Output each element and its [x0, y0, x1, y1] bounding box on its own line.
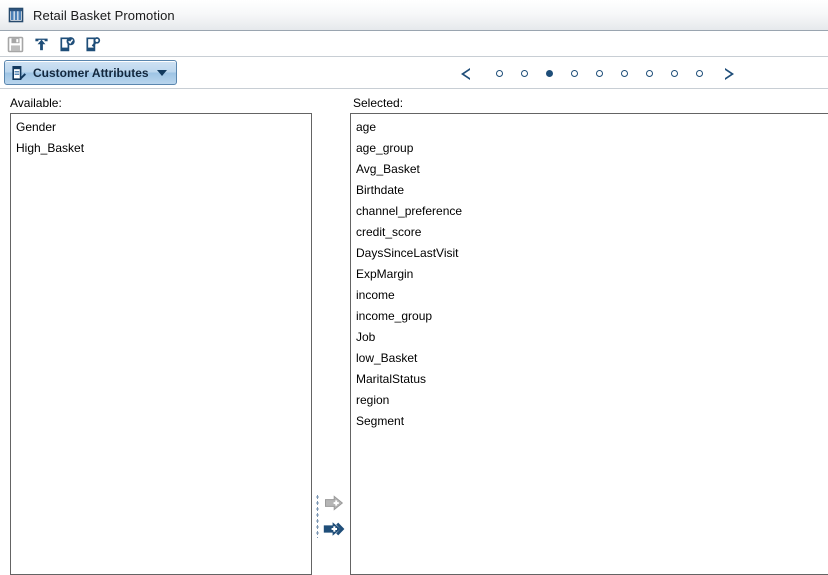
pager-step-4[interactable] — [562, 58, 587, 89]
double-arrow-right-plus-icon — [323, 522, 345, 536]
tab-customer-attributes[interactable]: Customer Attributes — [4, 60, 177, 85]
step-pager — [461, 58, 737, 89]
pager-prev-button[interactable] — [461, 58, 487, 89]
step-dot — [596, 70, 603, 77]
chevron-left-icon — [461, 67, 479, 80]
list-item[interactable]: DaysSinceLastVisit — [351, 243, 828, 264]
document-edit-icon — [12, 65, 26, 80]
pager-step-1[interactable] — [487, 58, 512, 89]
chevron-down-icon[interactable] — [156, 69, 167, 76]
pager-step-7[interactable] — [637, 58, 662, 89]
step-dot — [671, 70, 678, 77]
transfer-controls — [316, 492, 348, 547]
pager-step-6[interactable] — [612, 58, 637, 89]
main-toolbar — [0, 32, 828, 57]
list-item[interactable]: income_group — [351, 306, 828, 327]
pager-step-3[interactable] — [537, 58, 562, 89]
step-dot — [646, 70, 653, 77]
list-item[interactable]: region — [351, 390, 828, 411]
window-title: Retail Basket Promotion — [33, 7, 175, 23]
pager-step-9[interactable] — [687, 58, 712, 89]
save-button[interactable] — [3, 33, 27, 55]
available-list-label: Available: — [10, 96, 62, 110]
selected-list-label: Selected: — [353, 96, 404, 110]
step-dot — [621, 70, 628, 77]
list-item[interactable]: Job — [351, 327, 828, 348]
step-dot — [496, 70, 503, 77]
list-item[interactable]: channel_preference — [351, 201, 828, 222]
tab-and-pager-row: Customer Attributes — [0, 58, 828, 89]
list-item[interactable]: age — [351, 117, 828, 138]
document-check-icon — [59, 36, 75, 51]
run-button[interactable] — [81, 33, 105, 55]
arrow-right-plus-icon — [325, 495, 344, 511]
tab-label: Customer Attributes — [33, 65, 149, 80]
list-item[interactable]: age_group — [351, 138, 828, 159]
validate-button[interactable] — [55, 33, 79, 55]
selected-list[interactable]: age age_group Avg_Basket Birthdate chann… — [350, 113, 828, 575]
list-item[interactable]: MaritalStatus — [351, 369, 828, 390]
step-dot — [696, 70, 703, 77]
list-item[interactable]: High_Basket — [11, 138, 311, 159]
list-item[interactable]: Birthdate — [351, 180, 828, 201]
list-item[interactable]: low_Basket — [351, 348, 828, 369]
list-item[interactable]: income — [351, 285, 828, 306]
list-item[interactable]: Gender — [11, 117, 311, 138]
pager-next-button[interactable] — [712, 58, 737, 89]
list-item[interactable]: ExpMargin — [351, 264, 828, 285]
document-wrench-icon — [85, 36, 100, 51]
pager-step-2[interactable] — [512, 58, 537, 89]
list-item[interactable]: Avg_Basket — [351, 159, 828, 180]
floppy-disk-icon — [7, 36, 23, 52]
pager-step-5[interactable] — [587, 58, 612, 89]
export-button[interactable] — [29, 33, 53, 55]
list-item[interactable]: Segment — [351, 411, 828, 432]
available-list[interactable]: Gender High_Basket — [10, 113, 312, 575]
step-dot — [571, 70, 578, 77]
move-selected-button[interactable] — [322, 492, 346, 514]
step-dot — [521, 70, 528, 77]
pager-step-8[interactable] — [662, 58, 687, 89]
list-item[interactable]: credit_score — [351, 222, 828, 243]
move-all-button[interactable] — [322, 518, 346, 540]
splitter-grip[interactable] — [316, 494, 319, 538]
step-dot-active — [546, 70, 553, 77]
window-title-bar: Retail Basket Promotion — [0, 0, 828, 31]
upload-arrow-icon — [34, 38, 48, 50]
table-grid-icon — [8, 7, 24, 23]
